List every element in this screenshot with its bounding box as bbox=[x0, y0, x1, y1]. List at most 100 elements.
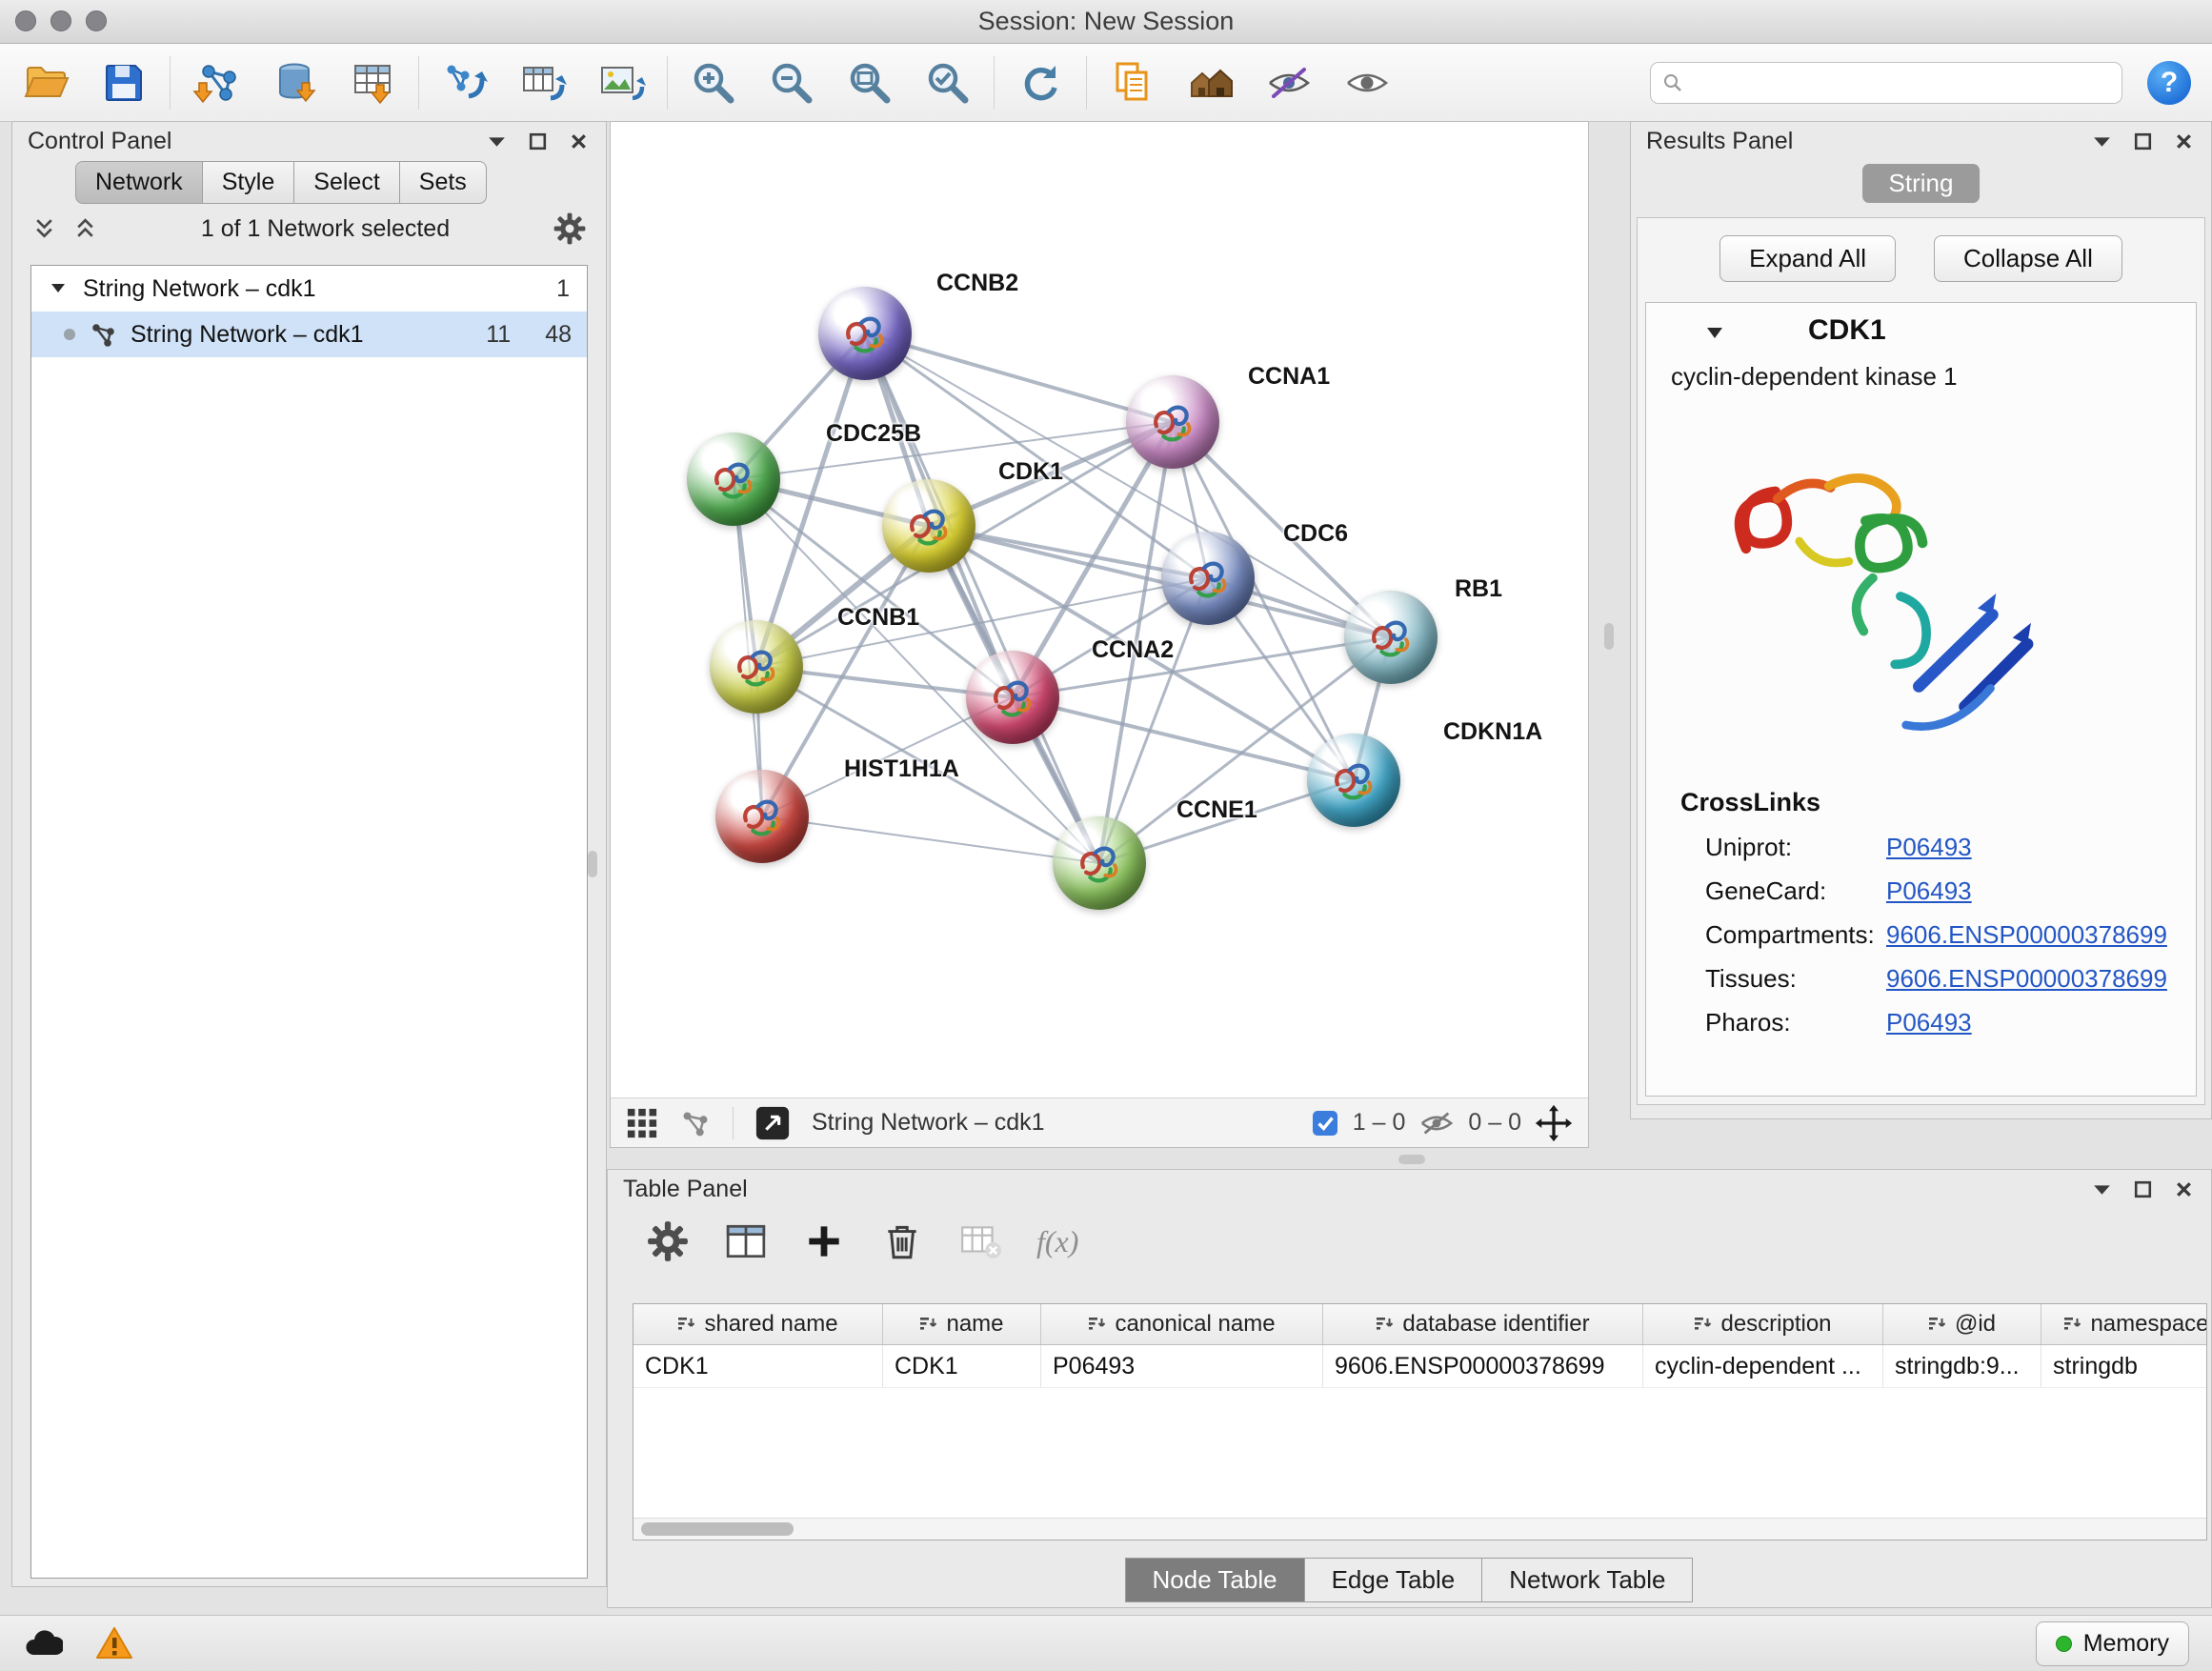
table-cell[interactable]: 9606.ENSP00000378699 bbox=[1323, 1345, 1643, 1387]
tab-select[interactable]: Select bbox=[293, 161, 399, 204]
collapse-panel-icon[interactable] bbox=[2090, 1178, 2114, 1201]
zoom-out-icon[interactable] bbox=[767, 58, 816, 108]
collapse-panel-icon[interactable] bbox=[2090, 130, 2114, 153]
tab-style[interactable]: Style bbox=[202, 161, 295, 204]
import-database-icon[interactable] bbox=[270, 58, 319, 108]
crosslink-link[interactable]: P06493 bbox=[1886, 833, 1972, 862]
open-session-icon[interactable] bbox=[21, 58, 70, 108]
network-node-CCNA1[interactable] bbox=[1126, 375, 1219, 469]
network-node-CCNB2[interactable] bbox=[818, 287, 912, 380]
import-table-icon[interactable] bbox=[348, 58, 397, 108]
table-cell[interactable]: P06493 bbox=[1041, 1345, 1323, 1387]
pan-crosshair-icon[interactable] bbox=[1535, 1104, 1573, 1142]
search-box[interactable] bbox=[1650, 62, 2122, 104]
network-edge[interactable] bbox=[865, 333, 1099, 863]
network-node-CDK1[interactable] bbox=[882, 479, 975, 573]
tree-caret-icon[interactable] bbox=[49, 279, 68, 298]
show-eye-icon[interactable] bbox=[1342, 58, 1392, 108]
expand-all-button[interactable]: Expand All bbox=[1719, 235, 1896, 282]
network-edge[interactable] bbox=[762, 816, 1099, 863]
column-header--id[interactable]: @id bbox=[1883, 1304, 2041, 1344]
float-panel-icon[interactable] bbox=[2131, 1178, 2155, 1201]
column-header-description[interactable]: description bbox=[1643, 1304, 1883, 1344]
refresh-icon[interactable] bbox=[1016, 58, 1065, 108]
detach-view-icon[interactable] bbox=[754, 1105, 791, 1141]
network-canvas[interactable]: CCNB2CCNA1CDC25BCDK1CDC6RB1CCNB1CCNA2CDK… bbox=[611, 122, 1588, 1097]
column-header-canonical-name[interactable]: canonical name bbox=[1041, 1304, 1323, 1344]
network-edge[interactable] bbox=[865, 333, 1173, 422]
network-node-CDC25B[interactable] bbox=[687, 433, 780, 526]
export-table-icon[interactable] bbox=[518, 58, 568, 108]
create-column-plus-icon[interactable] bbox=[802, 1219, 846, 1263]
table-cell[interactable]: CDK1 bbox=[883, 1345, 1041, 1387]
network-node-CCNE1[interactable] bbox=[1053, 816, 1146, 910]
column-header-name[interactable]: name bbox=[883, 1304, 1041, 1344]
hidden-eye-slash-icon[interactable] bbox=[1418, 1105, 1455, 1141]
export-image-icon[interactable] bbox=[596, 58, 646, 108]
network-node-CDKN1A[interactable] bbox=[1307, 734, 1400, 827]
float-panel-icon[interactable] bbox=[2131, 130, 2155, 153]
horizontal-scrollbar[interactable] bbox=[633, 1518, 2206, 1540]
network-node-RB1[interactable] bbox=[1344, 591, 1438, 684]
table-cell[interactable]: cyclin-dependent ... bbox=[1643, 1345, 1883, 1387]
collapse-panel-icon[interactable] bbox=[485, 130, 509, 153]
tab-string[interactable]: String bbox=[1862, 164, 1981, 203]
scrollbar-thumb[interactable] bbox=[641, 1522, 794, 1536]
grid-view-icon[interactable] bbox=[626, 1107, 658, 1139]
copy-document-icon[interactable] bbox=[1108, 58, 1157, 108]
cloud-icon[interactable] bbox=[23, 1628, 63, 1659]
table-options-gear-icon[interactable] bbox=[646, 1219, 690, 1263]
tab-node-table[interactable]: Node Table bbox=[1125, 1558, 1305, 1602]
collapse-all-icon[interactable] bbox=[72, 216, 98, 242]
crosslink-link[interactable]: P06493 bbox=[1886, 1008, 1972, 1037]
expand-all-icon[interactable] bbox=[31, 216, 57, 242]
memory-button[interactable]: Memory bbox=[2036, 1621, 2189, 1666]
tab-edge-table[interactable]: Edge Table bbox=[1304, 1558, 1483, 1602]
crosslink-link[interactable]: 9606.ENSP00000378699 bbox=[1886, 920, 2167, 950]
network-overview-icon[interactable] bbox=[679, 1107, 712, 1139]
network-node-CCNB1[interactable] bbox=[710, 620, 803, 714]
hide-eye-icon[interactable] bbox=[1264, 58, 1314, 108]
crosslink-link[interactable]: P06493 bbox=[1886, 876, 1972, 906]
show-columns-icon[interactable] bbox=[724, 1219, 768, 1263]
table-row[interactable]: CDK1CDK1P064939606.ENSP00000378699cyclin… bbox=[633, 1345, 2206, 1388]
help-icon[interactable]: ? bbox=[2147, 61, 2191, 105]
tab-network-table[interactable]: Network Table bbox=[1481, 1558, 1693, 1602]
crosslink-link[interactable]: 9606.ENSP00000378699 bbox=[1886, 964, 2167, 994]
card-caret-icon[interactable] bbox=[1703, 322, 1726, 345]
home-icon[interactable] bbox=[1186, 58, 1236, 108]
horizontal-splitter[interactable] bbox=[1398, 1155, 1425, 1164]
table-cell[interactable]: CDK1 bbox=[633, 1345, 883, 1387]
tab-sets[interactable]: Sets bbox=[399, 161, 487, 204]
close-panel-icon[interactable] bbox=[567, 130, 591, 153]
selected-checkbox-icon[interactable] bbox=[1311, 1109, 1339, 1137]
network-node-HIST1H1A[interactable] bbox=[715, 770, 809, 863]
gear-icon[interactable] bbox=[553, 211, 587, 246]
vertical-splitter-right[interactable] bbox=[1604, 623, 1614, 650]
column-header-database-identifier[interactable]: database identifier bbox=[1323, 1304, 1643, 1344]
network-row-selected[interactable]: String Network – cdk1 11 48 bbox=[31, 312, 587, 357]
column-header-shared-name[interactable]: shared name bbox=[633, 1304, 883, 1344]
import-network-icon[interactable] bbox=[191, 58, 241, 108]
tab-network[interactable]: Network bbox=[75, 161, 203, 204]
network-collection-row[interactable]: String Network – cdk1 1 bbox=[31, 266, 587, 312]
selected-node-edge-count: 1 – 0 bbox=[1353, 1109, 1406, 1137]
zoom-in-icon[interactable] bbox=[689, 58, 738, 108]
zoom-fit-icon[interactable] bbox=[845, 58, 895, 108]
close-panel-icon[interactable] bbox=[2172, 130, 2196, 153]
close-panel-icon[interactable] bbox=[2172, 1178, 2196, 1201]
float-panel-icon[interactable] bbox=[526, 130, 550, 153]
collapse-all-button[interactable]: Collapse All bbox=[1934, 235, 2122, 282]
save-session-icon[interactable] bbox=[99, 58, 149, 108]
vertical-splitter-left[interactable] bbox=[588, 851, 597, 877]
table-cell[interactable]: stringdb:9... bbox=[1883, 1345, 2041, 1387]
network-node-CDC6[interactable] bbox=[1161, 532, 1255, 625]
zoom-selected-icon[interactable] bbox=[923, 58, 973, 108]
export-network-icon[interactable] bbox=[440, 58, 490, 108]
delete-column-trash-icon[interactable] bbox=[880, 1219, 924, 1263]
search-input[interactable] bbox=[1691, 69, 2110, 97]
column-header-namespace[interactable]: namespace bbox=[2041, 1304, 2207, 1344]
table-cell[interactable]: stringdb bbox=[2041, 1345, 2207, 1387]
network-node-CCNA2[interactable] bbox=[966, 651, 1059, 744]
warning-icon[interactable] bbox=[95, 1625, 133, 1661]
